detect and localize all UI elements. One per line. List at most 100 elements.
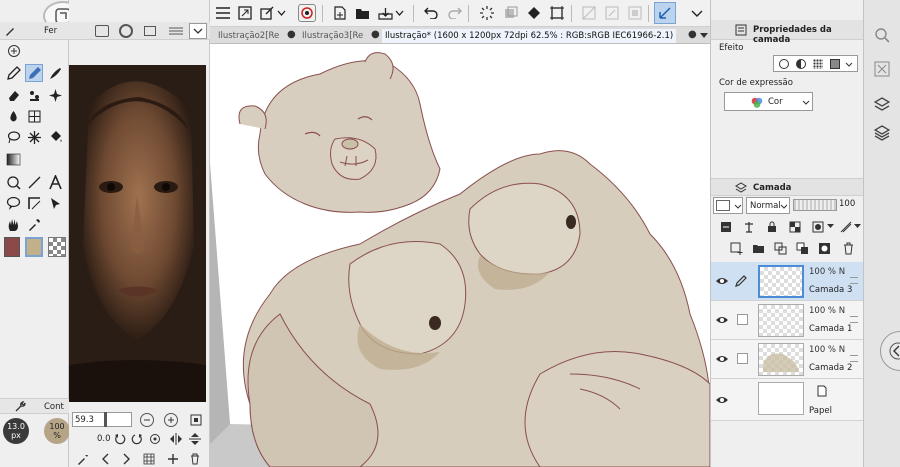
magic-wand-icon[interactable] [25, 128, 43, 146]
eyedropper-small-icon[interactable] [77, 453, 89, 465]
transparent-color-swatch[interactable] [48, 237, 66, 257]
zoom-out-icon[interactable] [140, 413, 154, 427]
layer-settings-icon[interactable] [871, 94, 893, 116]
window-icon[interactable] [144, 26, 156, 36]
fill-layer-icon[interactable] [525, 4, 543, 22]
text-tool-icon[interactable] [46, 173, 64, 191]
clear-icon[interactable] [502, 4, 520, 22]
layer-row-camada-3[interactable]: 100 % N Camada 3 [711, 262, 864, 301]
invert-selection-icon[interactable] [626, 4, 644, 22]
chevron-down-icon[interactable] [844, 60, 854, 68]
rotate-left-icon[interactable] [114, 433, 126, 445]
line-tool-icon[interactable] [25, 173, 43, 191]
flip-horizontal-icon[interactable] [169, 433, 183, 445]
visibility-eye-icon[interactable] [716, 276, 728, 286]
operation-tool-icon[interactable] [4, 173, 22, 191]
figure-tool-icon[interactable] [25, 107, 43, 125]
crop-icon[interactable] [548, 4, 566, 22]
gradient-tool-icon[interactable] [4, 150, 22, 168]
layer-row-camada-2[interactable]: 100 % N Camada 2 [711, 340, 864, 379]
hide-selection-icon[interactable] [580, 4, 598, 22]
cursor-tool-icon[interactable] [5, 42, 23, 60]
transform-icon[interactable] [258, 4, 276, 22]
chevron-down-icon[interactable] [276, 4, 286, 22]
lock-icon[interactable] [765, 220, 778, 233]
fit-screen-icon[interactable] [189, 413, 203, 427]
layers-stack-icon[interactable] [871, 122, 893, 144]
zoom-slider[interactable]: 59.3 [72, 412, 132, 427]
ruler-snap-icon[interactable] [654, 2, 676, 24]
chevron-down-icon[interactable] [853, 222, 861, 230]
snapshot-icon[interactable] [298, 4, 316, 22]
fill-tool-icon[interactable] [46, 128, 64, 146]
open-folder-icon[interactable] [353, 4, 371, 22]
brush-size-indicator[interactable]: 13.0 px [3, 418, 29, 444]
new-raster-layer-icon[interactable] [729, 241, 743, 255]
visibility-eye-icon[interactable] [716, 354, 728, 364]
layer-checkbox[interactable] [737, 353, 748, 364]
pen-tool-icon[interactable] [4, 64, 22, 82]
drag-handle[interactable] [850, 316, 858, 323]
hand-tool-icon[interactable] [4, 215, 22, 233]
layer-color-effect-icon[interactable] [830, 59, 840, 69]
layer-row-camada-1[interactable]: 100 % N Camada 1 [711, 301, 864, 340]
tab-ilustracao-active[interactable]: Ilustração* (1600 x 1200px 72dpi 62.5% :… [382, 29, 677, 43]
halftone-effect-icon[interactable] [813, 59, 823, 69]
frame-tool-icon[interactable] [25, 194, 43, 212]
layer-color-select[interactable] [713, 197, 743, 214]
menu-icon[interactable] [214, 4, 232, 22]
drag-handle[interactable] [850, 277, 858, 284]
tab-ilustracao3[interactable]: Ilustração3[Re [302, 29, 363, 43]
chevron-down-icon[interactable] [394, 4, 404, 22]
flip-vertical-icon[interactable] [189, 432, 201, 446]
tool-tab-label[interactable]: Fer [44, 26, 57, 36]
chevron-down-icon[interactable] [189, 23, 207, 39]
layer-opacity-slider[interactable] [793, 199, 837, 211]
save-icon[interactable] [376, 4, 394, 22]
layer-mask-icon[interactable] [817, 241, 831, 255]
sub-color-swatch[interactable] [25, 237, 43, 257]
add-icon[interactable] [167, 453, 179, 465]
chevron-down-icon[interactable] [826, 222, 834, 230]
grid-icon[interactable] [143, 453, 155, 465]
chevron-right-icon[interactable] [121, 453, 133, 465]
blend-tool-icon[interactable] [4, 107, 22, 125]
clip-icon[interactable] [719, 220, 732, 233]
new-folder-icon[interactable] [751, 241, 765, 255]
new-file-icon[interactable] [331, 4, 349, 22]
lock-transparent-icon[interactable] [788, 220, 801, 233]
redo-icon[interactable] [446, 4, 464, 22]
eraser-tool-icon[interactable] [4, 86, 22, 104]
panel-icon[interactable] [95, 25, 109, 37]
selection-area-icon[interactable] [603, 4, 621, 22]
layer-checkbox[interactable] [737, 314, 748, 325]
visibility-eye-icon[interactable] [716, 315, 728, 325]
close-box-icon[interactable] [871, 58, 893, 80]
expression-color-select[interactable]: Cor [724, 92, 813, 111]
sparkle-tool-icon[interactable] [46, 86, 64, 104]
reference-layer-icon[interactable] [742, 220, 755, 233]
rotate-right-icon[interactable] [131, 433, 143, 445]
border-effect-icon[interactable] [779, 59, 789, 69]
search-icon[interactable] [871, 24, 893, 46]
transfer-down-icon[interactable] [773, 241, 787, 255]
brush-tool-icon[interactable] [46, 64, 64, 82]
visibility-eye-icon[interactable] [716, 395, 728, 405]
tone-effect-icon[interactable] [796, 59, 806, 69]
brush-opacity-indicator[interactable]: 100 % [44, 418, 70, 444]
fit-window-icon[interactable] [236, 4, 254, 22]
layer-row-papel[interactable]: Papel [711, 379, 864, 421]
loading-icon[interactable] [478, 4, 496, 22]
drawing-canvas[interactable] [210, 44, 710, 467]
sub-tool-tab-label[interactable]: Cont [44, 402, 64, 412]
blend-mode-select[interactable]: Normal [746, 197, 790, 214]
balloon-tool-icon[interactable] [4, 194, 22, 212]
layer-panel-title[interactable]: Camada [753, 183, 791, 193]
undo-icon[interactable] [422, 4, 440, 22]
collapse-panel-handle[interactable] [880, 331, 900, 371]
layer-properties-title[interactable]: Propriedades da camada [753, 25, 864, 45]
move-tool-icon[interactable] [46, 194, 64, 212]
main-color-swatch[interactable] [4, 237, 20, 257]
lasso-tool-icon[interactable] [4, 128, 22, 146]
reset-rotation-icon[interactable] [149, 433, 161, 445]
